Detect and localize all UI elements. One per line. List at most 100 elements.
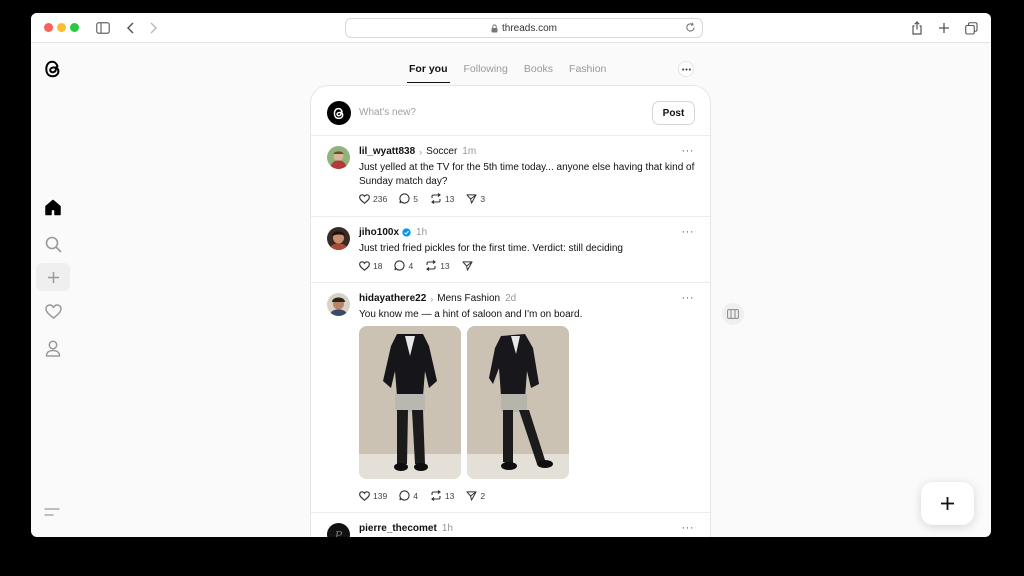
reply-icon <box>399 193 410 204</box>
address-bar[interactable]: threads.com <box>345 18 703 38</box>
reply-icon <box>394 260 406 271</box>
repost-icon <box>431 193 441 204</box>
post[interactable]: lil_wyatt838 › Soccer 1m ··· Just yelled… <box>311 136 710 217</box>
chevron-right-icon: › <box>430 293 434 304</box>
activity-heart-icon[interactable] <box>42 300 64 322</box>
plus-icon <box>941 497 954 510</box>
tab-for-you[interactable]: For you <box>401 63 456 83</box>
post-button[interactable]: Post <box>652 101 695 125</box>
browser-window: threads.com For you Following Books Fash… <box>31 13 991 537</box>
profile-icon[interactable] <box>42 337 64 359</box>
columns-icon <box>727 309 739 319</box>
verified-badge-icon <box>402 228 411 237</box>
post-username[interactable]: lil_wyatt838 <box>359 146 415 157</box>
threads-logo-icon[interactable] <box>42 58 64 80</box>
feed-options-button[interactable] <box>678 61 694 77</box>
more-icon <box>681 68 691 70</box>
post-actions: 236 5 13 3 <box>359 193 485 204</box>
compose-input[interactable]: What's new? <box>359 107 416 118</box>
post-username[interactable]: jiho100x <box>359 227 399 238</box>
like-button[interactable]: 236 <box>359 194 387 204</box>
reply-button[interactable]: 4 <box>399 490 418 501</box>
close-window-button[interactable] <box>44 23 53 32</box>
send-icon <box>466 193 477 204</box>
reload-icon[interactable] <box>685 22 696 36</box>
avatar[interactable]: P <box>327 523 350 537</box>
post-actions: 139 4 13 2 <box>359 490 485 501</box>
share-button[interactable]: 2 <box>466 491 485 501</box>
reply-count: 5 <box>413 193 418 204</box>
back-icon[interactable] <box>123 20 139 36</box>
menu-icon[interactable] <box>44 505 60 523</box>
heart-icon <box>359 260 370 271</box>
post-more-icon[interactable]: ··· <box>682 522 695 534</box>
tab-books[interactable]: Books <box>516 63 561 83</box>
like-button[interactable]: 18 <box>359 261 382 271</box>
post-more-icon[interactable]: ··· <box>682 145 695 157</box>
share-icon[interactable] <box>909 20 925 36</box>
home-icon[interactable] <box>42 196 64 218</box>
lock-icon <box>491 23 498 33</box>
post-username[interactable]: hidayathere22 <box>359 293 426 304</box>
zoom-window-button[interactable] <box>70 23 79 32</box>
search-icon[interactable] <box>42 233 64 255</box>
send-icon <box>466 490 477 501</box>
tab-fashion[interactable]: Fashion <box>561 63 614 83</box>
share-count: 2 <box>480 490 486 501</box>
post-text: You know me — a hint of saloon and I'm o… <box>359 309 583 320</box>
user-avatar[interactable] <box>327 101 351 125</box>
avatar[interactable] <box>327 293 350 316</box>
send-icon <box>462 260 473 271</box>
tabs-overview-icon[interactable] <box>963 20 979 36</box>
feed-tabs: For you Following Books Fashion <box>401 63 614 83</box>
heart-icon <box>359 193 370 204</box>
avatar[interactable] <box>327 227 350 250</box>
minimize-window-button[interactable] <box>57 23 66 32</box>
repost-count: 13 <box>444 490 455 501</box>
threads-logo-icon <box>333 107 344 119</box>
repost-icon <box>426 260 437 271</box>
feed: What's new? Post lil_wyatt838 › Soccer 1… <box>310 85 711 537</box>
avatar[interactable] <box>327 146 350 169</box>
post-topic[interactable]: Soccer <box>426 146 457 157</box>
repost-count: 13 <box>440 260 450 271</box>
repost-button[interactable]: 13 <box>430 193 454 204</box>
tab-following[interactable]: Following <box>456 63 516 83</box>
post-more-icon[interactable]: ··· <box>682 226 695 238</box>
create-icon[interactable] <box>36 263 70 291</box>
post-time: 1h <box>416 227 428 238</box>
post-photo[interactable] <box>467 326 569 479</box>
share-count: 3 <box>480 193 486 204</box>
post-photo[interactable] <box>359 326 461 479</box>
post-actions: 18 4 13 <box>359 260 473 271</box>
forward-icon[interactable] <box>145 20 161 36</box>
post-more-icon[interactable]: ··· <box>682 292 695 304</box>
reply-button[interactable]: 5 <box>399 193 418 204</box>
share-button[interactable] <box>462 260 473 271</box>
share-button[interactable]: 3 <box>466 194 485 204</box>
sidebar-icon[interactable] <box>95 20 111 36</box>
post-topic[interactable]: Mens Fashion <box>437 293 500 304</box>
post-time: 1h <box>441 523 453 534</box>
post-time: 2d <box>505 293 517 304</box>
like-button[interactable]: 139 <box>359 491 387 501</box>
chevron-right-icon: › <box>419 146 423 157</box>
post-username[interactable]: pierre_thecomet <box>359 523 437 534</box>
repost-button[interactable]: 13 <box>430 490 454 501</box>
add-column-button[interactable] <box>722 303 744 325</box>
post[interactable]: jiho100x 1h ··· Just tried fried pickles… <box>311 217 710 283</box>
new-thread-button[interactable] <box>921 482 974 525</box>
post-time: 1m <box>462 146 477 157</box>
post-text: Just yelled at the TV for the 5th time t… <box>359 162 695 187</box>
reply-button[interactable]: 4 <box>394 260 413 271</box>
repost-button[interactable]: 13 <box>425 260 450 271</box>
new-tab-icon[interactable] <box>936 20 952 36</box>
like-count: 139 <box>373 490 388 501</box>
like-count: 236 <box>373 193 388 204</box>
reply-count: 4 <box>408 260 414 271</box>
post[interactable]: P pierre_thecomet 1h ··· <box>311 513 710 537</box>
reply-count: 4 <box>413 490 418 501</box>
repost-count: 13 <box>444 193 455 204</box>
repost-icon <box>431 490 441 501</box>
post[interactable]: hidayathere22 › Mens Fashion 2d ··· You … <box>311 283 710 513</box>
